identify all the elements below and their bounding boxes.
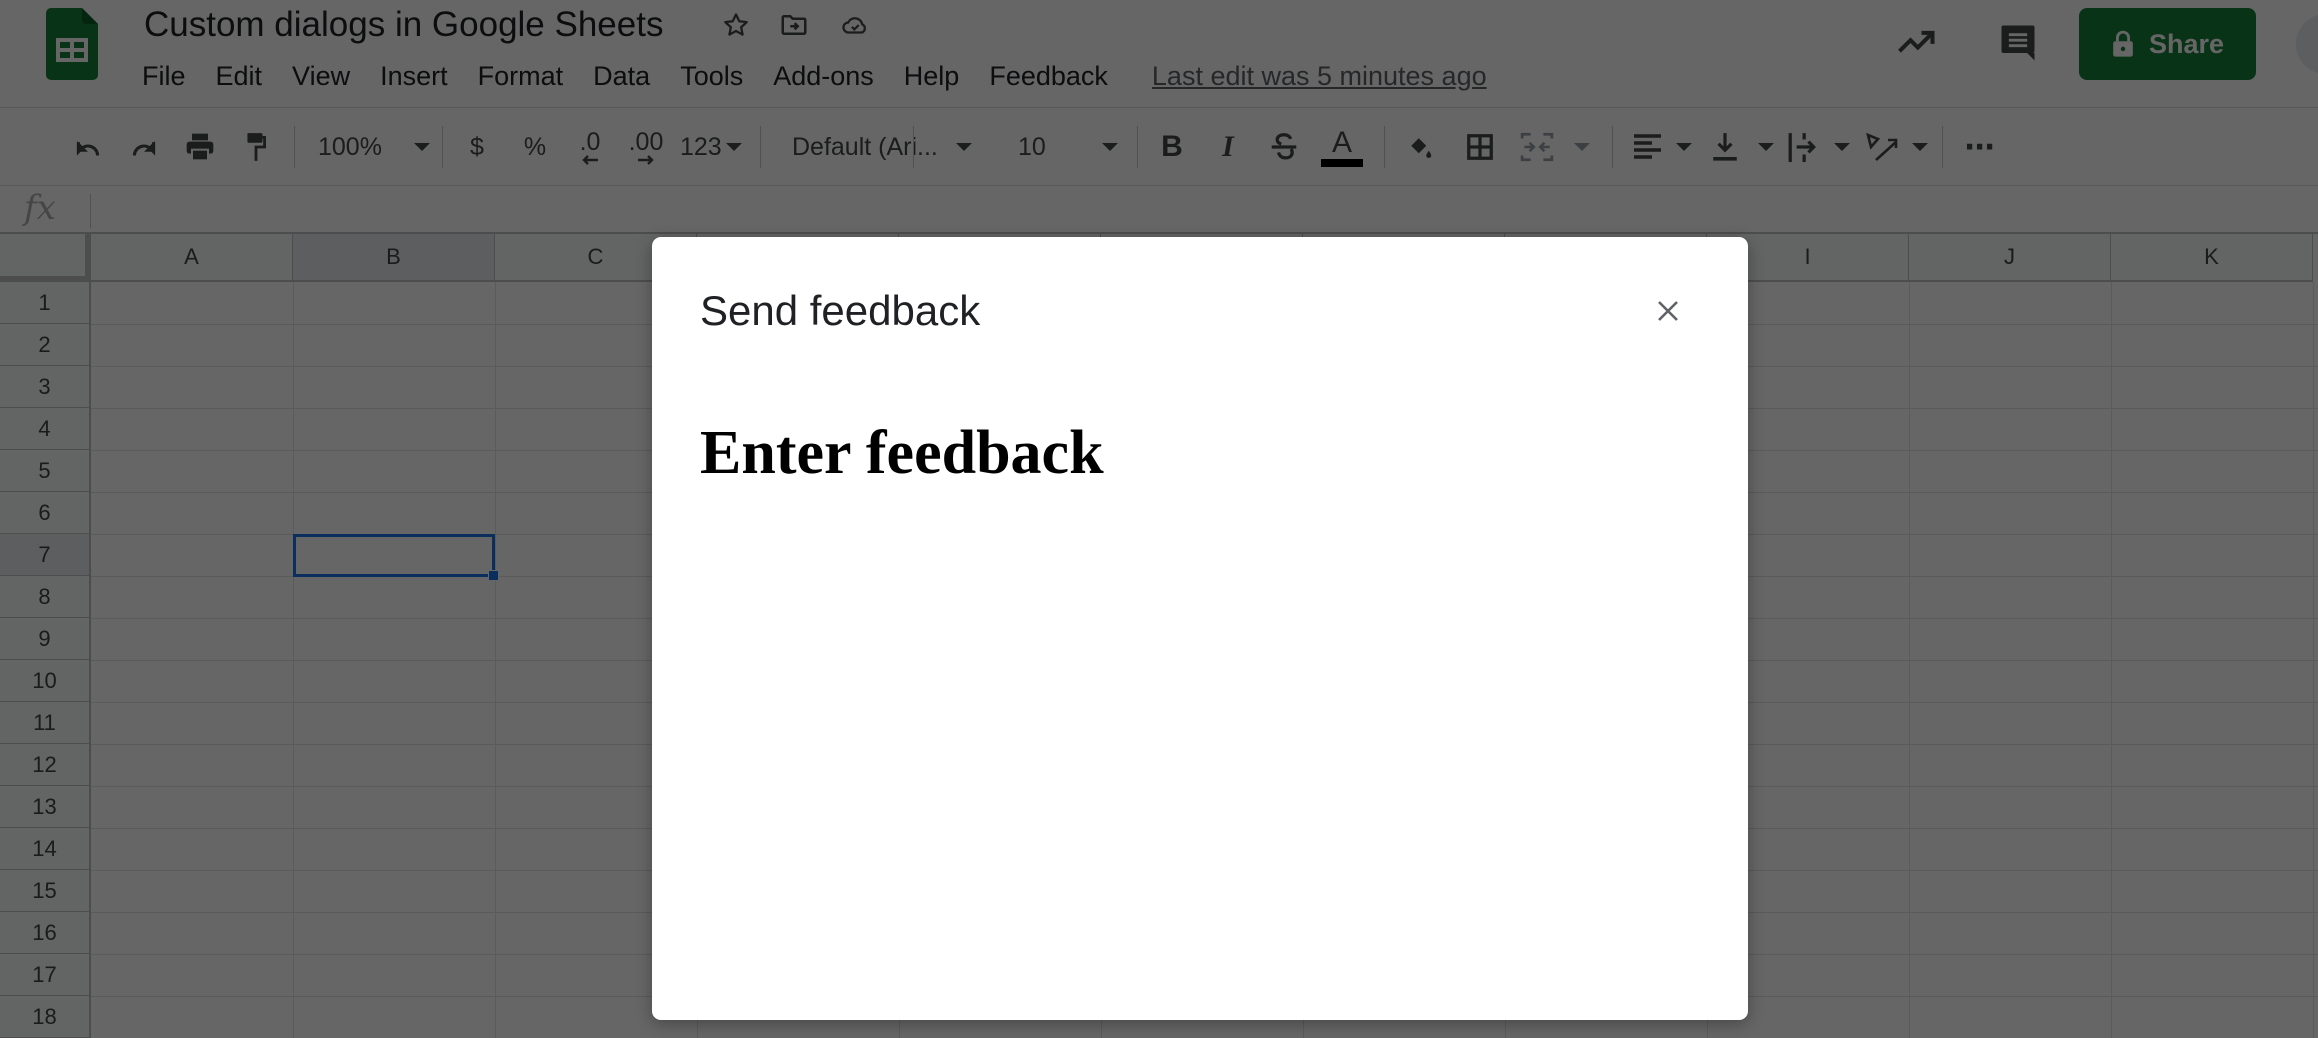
dialog-title: Send feedback bbox=[700, 287, 981, 334]
dialog-close-button[interactable] bbox=[1646, 287, 1690, 335]
close-icon bbox=[1658, 301, 1678, 321]
send-feedback-dialog: Send feedback Enter feedback bbox=[652, 237, 1748, 1020]
dialog-content-heading: Enter feedback bbox=[700, 419, 1104, 487]
